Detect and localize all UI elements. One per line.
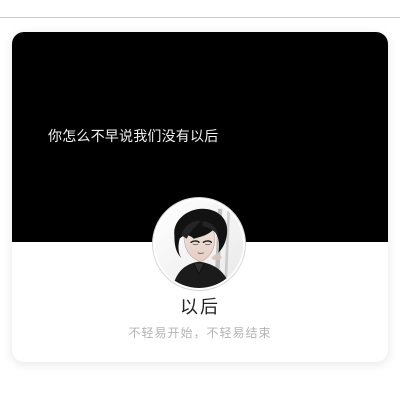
- avatar[interactable]: [152, 197, 246, 291]
- profile-card: 你怎么不早说我们没有以后 以后 不轻易开始，不轻易结束: [12, 32, 388, 362]
- cover-text: 你怎么不早说我们没有以后: [48, 129, 219, 145]
- profile-signature: 不轻易开始，不轻易结束: [128, 326, 272, 340]
- avatar-image: [155, 200, 243, 288]
- anime-boy-avatar-icon: [155, 200, 243, 288]
- profile-name: 以后: [180, 297, 220, 318]
- top-divider: [0, 17, 400, 18]
